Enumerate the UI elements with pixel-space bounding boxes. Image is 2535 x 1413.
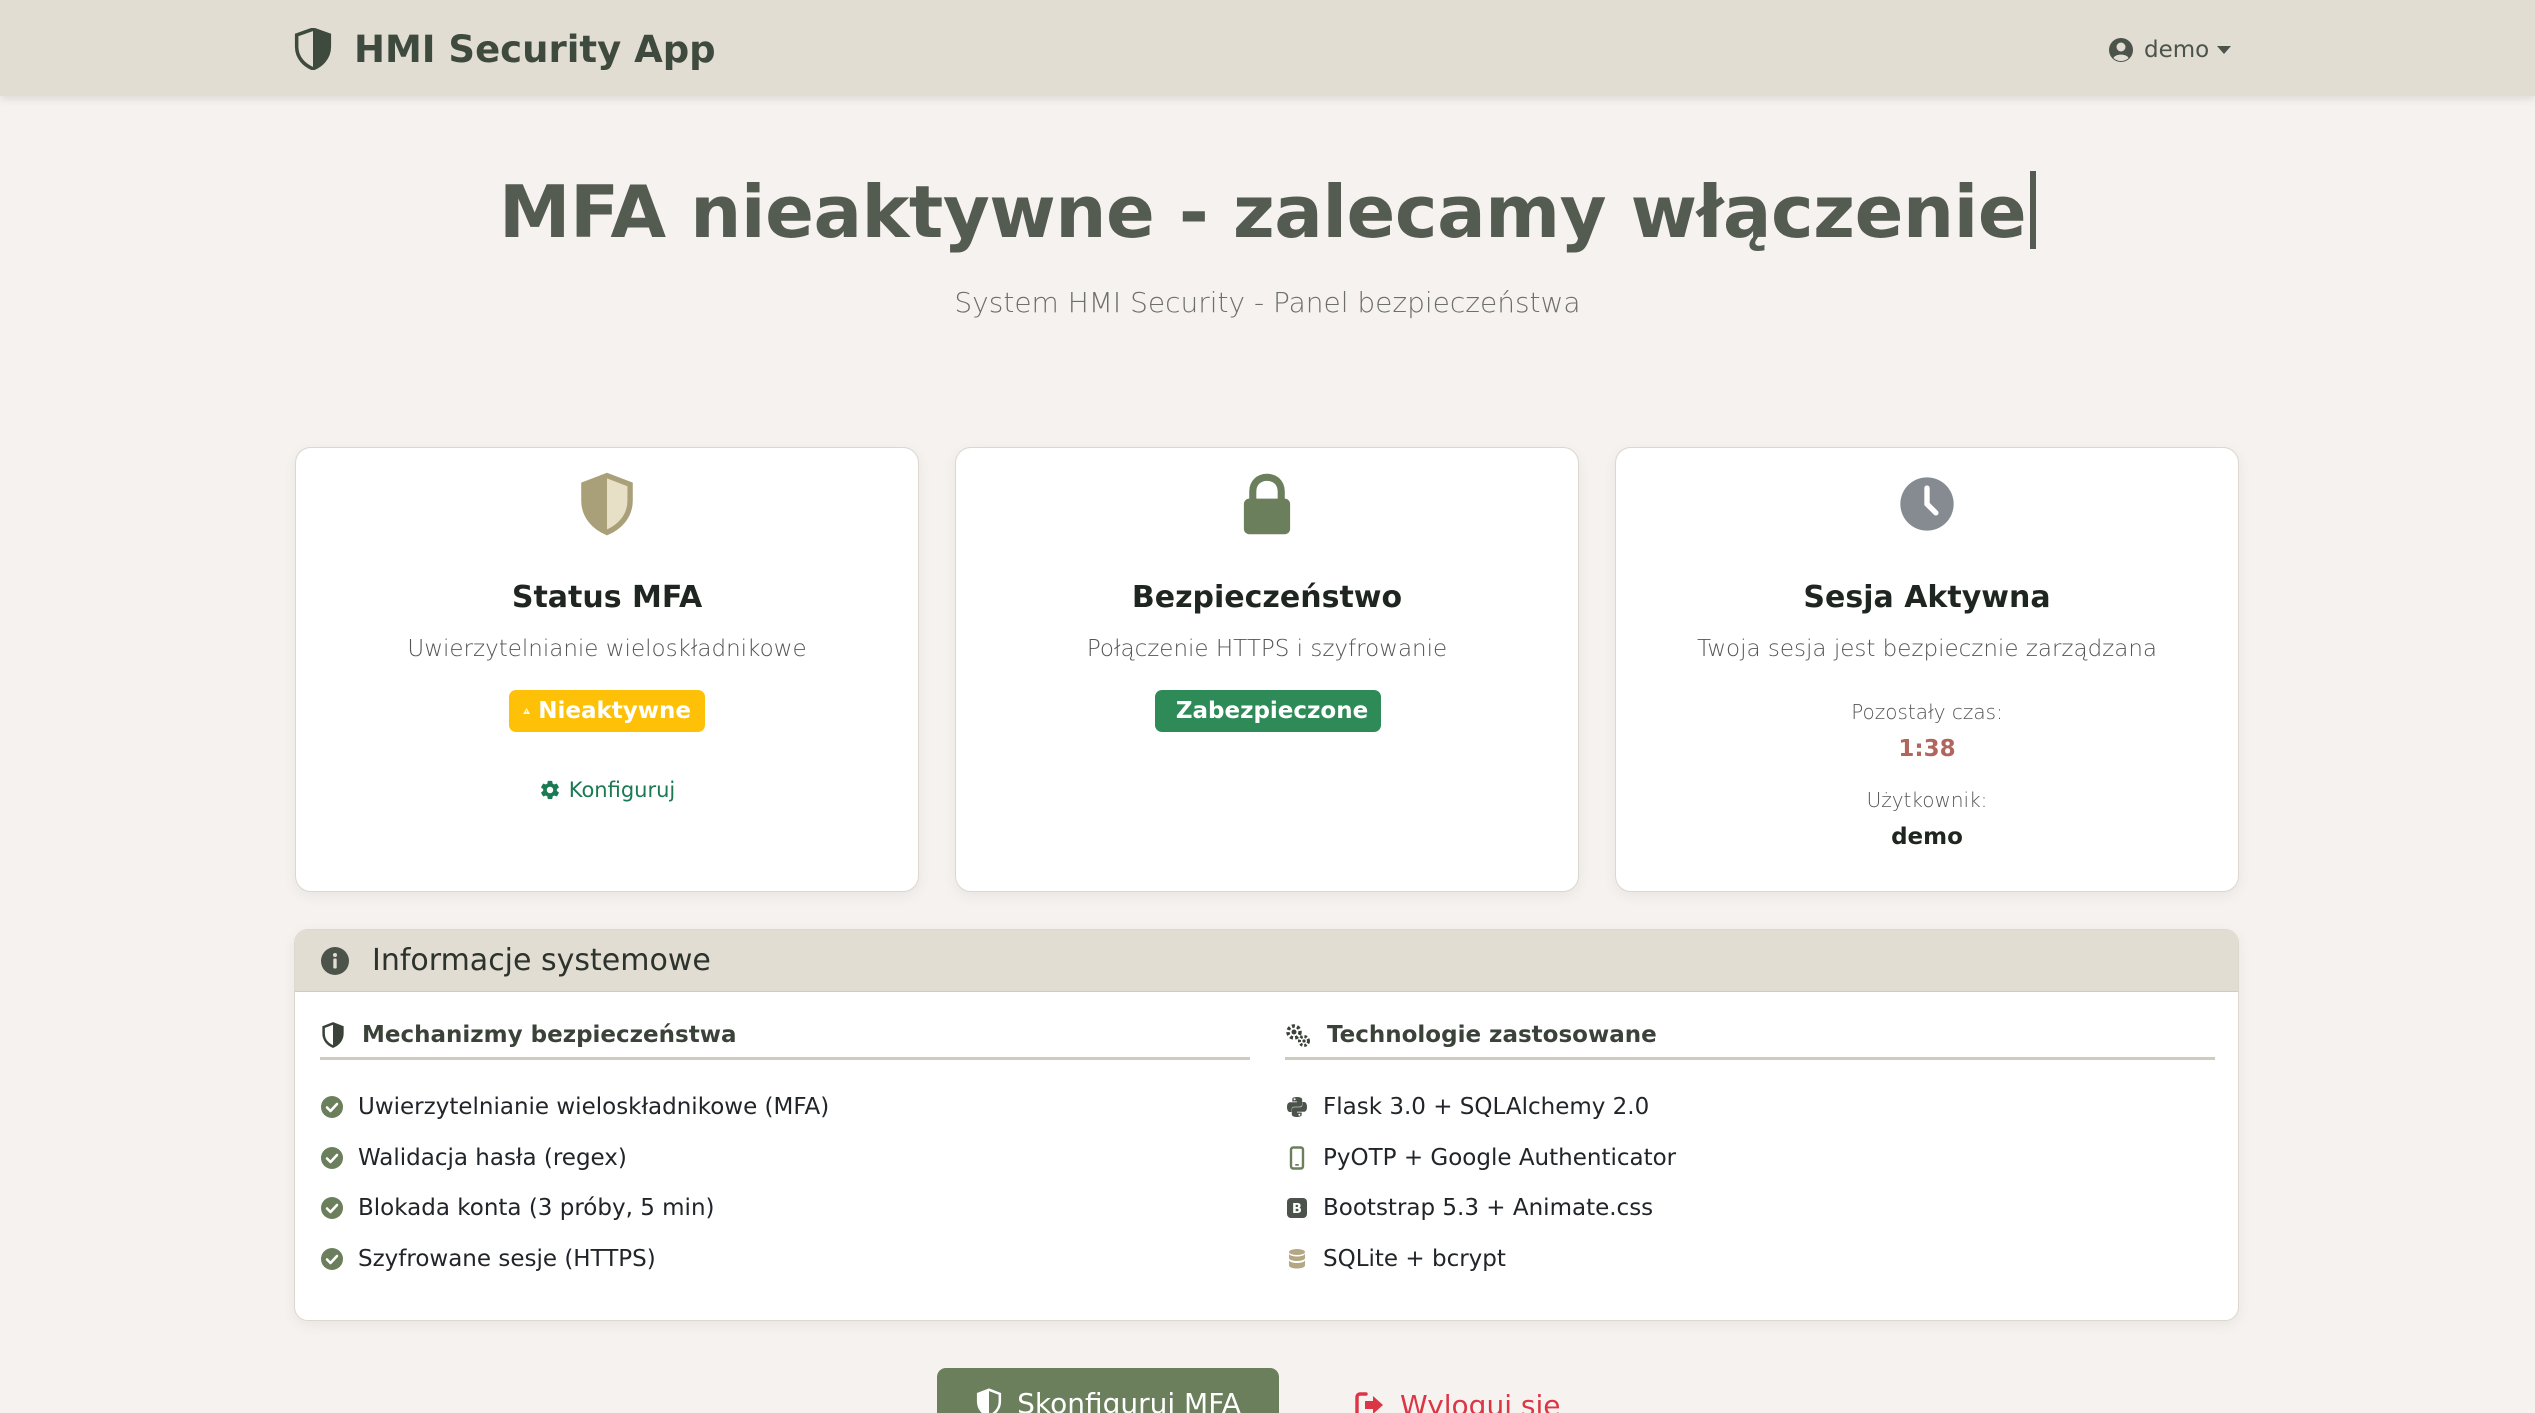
check-circle-icon	[321, 1146, 343, 1169]
typing-cursor	[2030, 171, 2037, 249]
warning-triangle-icon	[523, 707, 530, 715]
session-username: demo	[1891, 824, 1963, 850]
brand-link[interactable]: HMI Security App	[294, 24, 716, 74]
list-item: Uwierzytelnianie wieloskładnikowe (MFA)	[320, 1082, 1250, 1133]
card-title: Bezpieczeństwo	[1131, 580, 1403, 615]
mechanisms-column: Mechanizmy bezpieczeństwa Uwierzytelnian…	[320, 1012, 1250, 1284]
panel-title: Informacje systemowe	[372, 943, 711, 978]
configure-mfa-button[interactable]: Skonfiguruj MFA	[937, 1368, 1279, 1413]
list-item: Flask 3.0 + SQLAlchemy 2.0	[1285, 1082, 2215, 1133]
status-badge-inactive: Nieaktywne	[509, 690, 705, 732]
page-title-text: MFA nieaktywne - zalecamy włączenie	[498, 170, 2027, 254]
logout-label: Wyloguj się	[1400, 1388, 1561, 1413]
mechanisms-title: Mechanizmy bezpieczeństwa	[320, 1012, 1250, 1060]
list-item-label: PyOTP + Google Authenticator	[1323, 1144, 1677, 1171]
system-info-panel: Informacje systemowe Mechanizmy bezpiecz…	[294, 929, 2239, 1321]
mechanisms-title-text: Mechanizmy bezpieczeństwa	[362, 1021, 737, 1048]
database-icon	[1289, 1248, 1305, 1269]
user-label: Użytkownik:	[1866, 788, 1988, 812]
card-title: Sesja Aktywna	[1803, 580, 2051, 615]
bootstrap-icon: B	[1287, 1198, 1307, 1219]
navbar: HMI Security App demo	[0, 0, 2535, 96]
list-item-label: Uwierzytelnianie wieloskładnikowe (MFA)	[358, 1094, 830, 1121]
list-item: Walidacja hasła (regex)	[320, 1133, 1250, 1184]
shield-half-icon	[581, 472, 633, 536]
mobile-phone-icon	[1289, 1146, 1305, 1170]
list-item-label: SQLite + bcrypt	[1323, 1245, 1506, 1272]
info-circle-icon	[321, 946, 349, 975]
mechanisms-list: Uwierzytelnianie wieloskładnikowe (MFA) …	[320, 1082, 1250, 1284]
card-title: Status MFA	[511, 580, 703, 615]
chevron-down-icon	[2217, 46, 2232, 54]
list-item-label: Walidacja hasła (regex)	[358, 1144, 627, 1171]
list-item: B Bootstrap 5.3 + Animate.css	[1285, 1183, 2215, 1234]
list-item: PyOTP + Google Authenticator	[1285, 1133, 2215, 1184]
user-circle-icon	[2109, 38, 2133, 62]
list-item-label: Szyfrowane sesje (HTTPS)	[358, 1245, 656, 1272]
user-name: demo	[2144, 37, 2210, 63]
page-subtitle: System HMI Security - Panel bezpieczeńst…	[954, 286, 1581, 319]
page-title: MFA nieaktywne - zalecamy włączenie	[0, 170, 2535, 254]
check-circle-icon	[321, 1197, 343, 1220]
card-security: Bezpieczeństwo Połączenie HTTPS i szyfro…	[955, 447, 1579, 892]
card-description: Połączenie HTTPS i szyfrowanie	[1086, 636, 1448, 662]
python-icon	[1287, 1097, 1307, 1118]
list-item-label: Flask 3.0 + SQLAlchemy 2.0	[1323, 1094, 1650, 1121]
list-item: SQLite + bcrypt	[1285, 1234, 2215, 1285]
time-label: Pozostały czas:	[1851, 700, 2003, 724]
technologies-title: Technologie zastosowane	[1285, 1012, 2215, 1060]
check-circle-icon	[321, 1096, 343, 1119]
clock-icon	[1900, 477, 1954, 531]
gears-icon	[1286, 1023, 1310, 1047]
card-description: Uwierzytelnianie wieloskładnikowe	[407, 636, 807, 662]
technologies-title-text: Technologie zastosowane	[1327, 1021, 1657, 1048]
configure-link-label: Konfiguruj	[568, 778, 676, 802]
list-item-label: Bootstrap 5.3 + Animate.css	[1323, 1195, 1654, 1222]
badge-label: Zabezpieczone	[1175, 698, 1369, 724]
shield-half-icon	[322, 1021, 344, 1048]
user-dropdown[interactable]: demo	[2108, 30, 2232, 70]
panel-header: Informacje systemowe	[295, 930, 2238, 992]
technologies-list: Flask 3.0 + SQLAlchemy 2.0 PyOTP + Googl…	[1285, 1082, 2215, 1284]
svg-text:B: B	[1292, 1202, 1302, 1217]
session-timer: 1:38	[1898, 736, 1956, 762]
card-mfa-status: Status MFA Uwierzytelnianie wieloskładni…	[295, 447, 919, 892]
brand-title: HMI Security App	[354, 27, 716, 71]
shield-half-icon	[294, 28, 332, 70]
list-item-label: Blokada konta (3 próby, 5 min)	[358, 1195, 715, 1222]
technologies-column: Technologie zastosowane Flask 3.0 + SQLA…	[1285, 1012, 2215, 1284]
shield-half-icon	[977, 1388, 1002, 1413]
card-session: Sesja Aktywna Twoja sesja jest bezpieczn…	[1615, 447, 2239, 892]
list-item: Szyfrowane sesje (HTTPS)	[320, 1234, 1250, 1285]
status-badge-secured: Zabezpieczone	[1155, 690, 1381, 732]
configure-link[interactable]: Konfiguruj	[296, 778, 918, 802]
list-item: Blokada konta (3 próby, 5 min)	[320, 1183, 1250, 1234]
check-circle-icon	[321, 1247, 343, 1270]
configure-mfa-label: Skonfiguruj MFA	[1017, 1386, 1241, 1413]
logout-button[interactable]: Wyloguj się	[1354, 1385, 1560, 1413]
badge-label: Nieaktywne	[538, 698, 691, 724]
card-description: Twoja sesja jest bezpiecznie zarządzana	[1696, 636, 2158, 662]
gear-icon	[540, 780, 559, 800]
lock-icon	[1243, 473, 1291, 535]
sign-out-icon	[1355, 1392, 1383, 1413]
